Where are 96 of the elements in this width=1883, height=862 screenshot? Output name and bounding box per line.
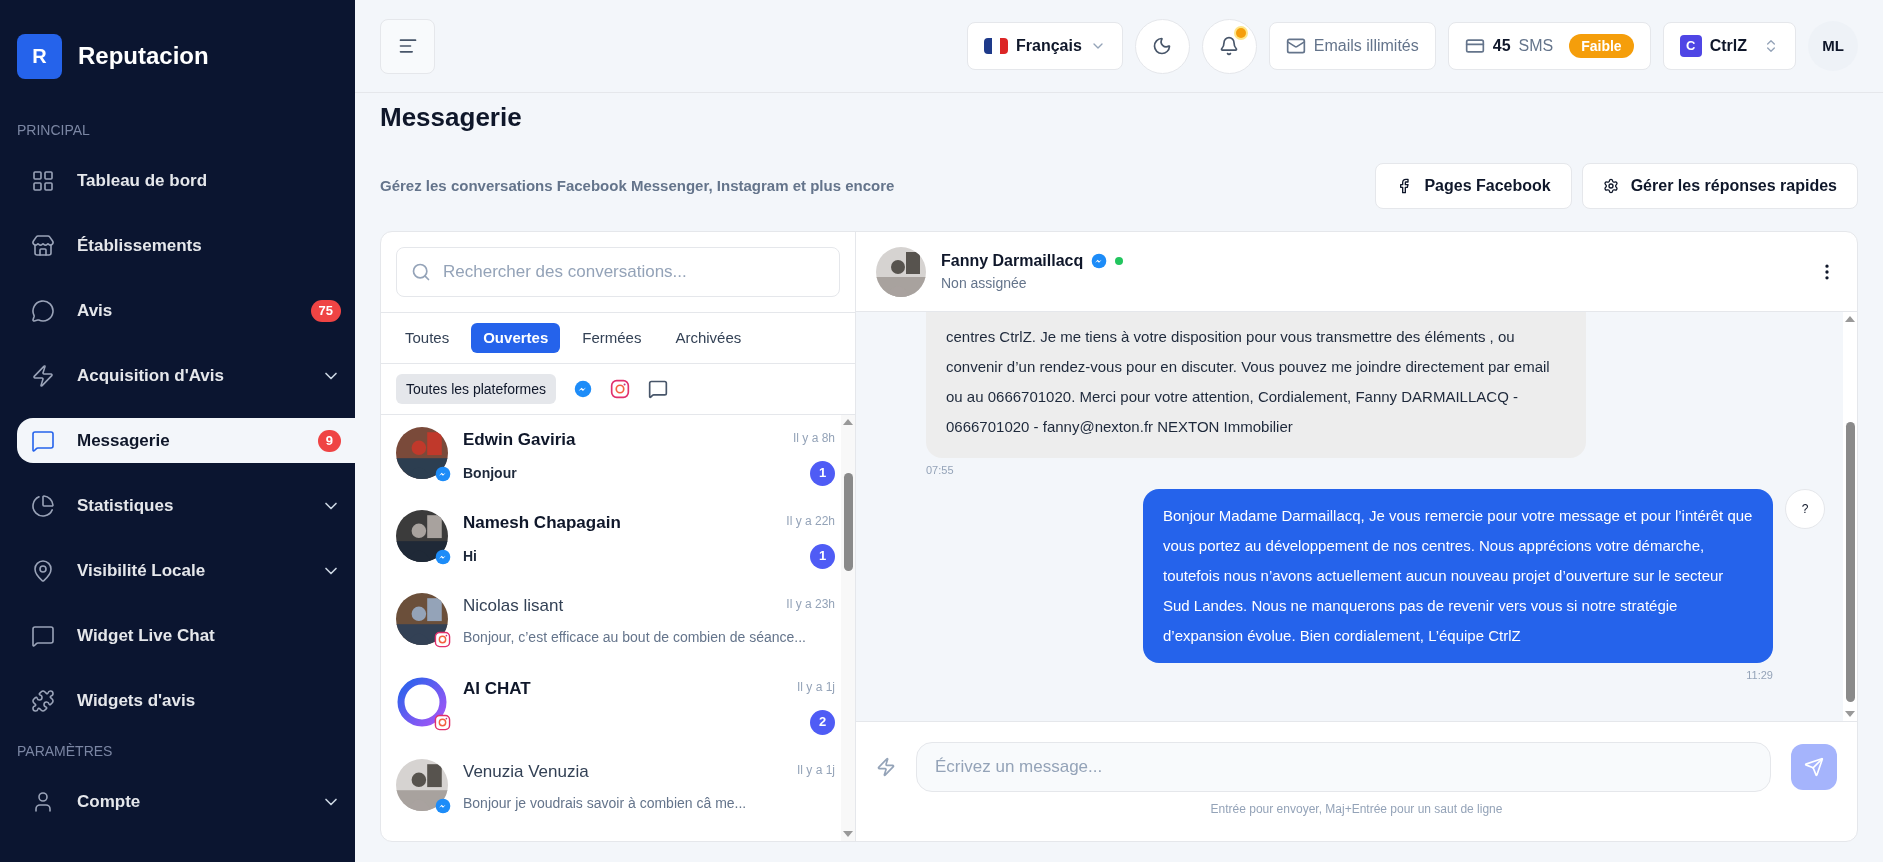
conversation-item[interactable]: AI CHAT Il y a 1j 2 xyxy=(381,664,841,747)
nav-item[interactable]: Widget Live Chat xyxy=(17,613,355,658)
message-time: 07:55 xyxy=(926,463,954,478)
nav-item[interactable]: Tableau de bord xyxy=(17,158,355,203)
incoming-message: centres CtrlZ. Je me tiens à votre disposition pour vous transmettre des éléments , ou convenir d’un rendez-vous pour en discuter. Vous pouvez me joindre directement par email ou au 0666701020. Merci pour votre attention, Cordialement, Fanny DARMAILLACQ - 0666701020 - fanny@nexton.fr NEXTON Immobilier xyxy=(926,312,1586,458)
nav-icon xyxy=(31,428,55,453)
filter-tab[interactable]: Archivées xyxy=(663,323,754,353)
conversation-time: Il y a 8h xyxy=(792,430,835,447)
search-field[interactable]: Rechercher des conversations... xyxy=(396,247,840,297)
conversation-time: Il y a 23h xyxy=(786,596,835,613)
conversation-time: Il y a 1j xyxy=(797,679,835,696)
count-badge: 9 xyxy=(317,429,341,452)
nav-icon xyxy=(31,623,55,648)
conversation-item[interactable]: Edwin Gaviria Il y a 8h Bonjour 1 xyxy=(381,415,841,498)
nav-icon xyxy=(31,168,55,193)
emails-label: Emails illimités xyxy=(1313,36,1419,56)
nav-item[interactable]: Compte xyxy=(17,779,355,824)
nav-icon xyxy=(31,298,55,323)
settings-icon xyxy=(1602,178,1619,194)
contact-name: Edwin Gaviria xyxy=(463,429,576,451)
contact-name: Namesh Chapagain xyxy=(463,512,621,534)
sms-label: SMS xyxy=(1518,36,1554,56)
contact-name: Nicolas lisant xyxy=(463,595,564,617)
logo: R xyxy=(17,33,62,79)
nav-item[interactable]: Visibilité Locale xyxy=(17,548,355,593)
nav-item[interactable]: Widgets d'avis xyxy=(17,678,355,723)
lightning-icon[interactable] xyxy=(876,757,896,777)
send-icon xyxy=(1804,757,1824,777)
card-icon xyxy=(1464,36,1485,56)
count-badge: 75 xyxy=(310,299,341,322)
messenger-icon xyxy=(574,380,593,398)
conversation-item[interactable]: Venuzia Venuzia Il y a 1j Bonjour je voudrais savoir à combien câ me... xyxy=(381,747,841,830)
instagram-icon xyxy=(610,379,631,399)
outgoing-message: Bonjour Madame Darmaillacq, Je vous remercie pour votre message et pour l’intérêt que vous portez au développement de nos centres. Nous apprécions votre démarche, toutefois nous n’avons actuellement aucun nouveau projet d’ouverture sur le secteur Sud Landes. Nous ne manquerons pas de revenir vers vous si notre stratégie d’expansion évolue. Bien cordialement, L’équipe CtrlZ xyxy=(1143,488,1773,663)
conversation-time: Il y a 1j xyxy=(797,762,835,779)
contact-name: Fanny Darmaillacq xyxy=(941,251,1084,271)
flag-icon xyxy=(984,38,1008,54)
user-avatar[interactable]: ML xyxy=(1808,21,1858,71)
platform-filter[interactable]: Toutes les plateformes xyxy=(396,374,557,404)
nav-icon xyxy=(31,493,55,518)
message-preview: Bonjour, c’est efficace au bout de combien de séance... xyxy=(463,627,806,647)
message-preview: Bonjour xyxy=(463,463,517,483)
bell-icon xyxy=(1219,36,1240,56)
messenger-badge-icon xyxy=(435,549,451,565)
brand-name: Reputacion xyxy=(78,41,209,71)
account-logo: C xyxy=(1679,35,1702,57)
unread-count: 2 xyxy=(810,709,835,735)
status-indicator: ? xyxy=(1785,488,1825,529)
status-badge: Faible xyxy=(1569,34,1634,58)
filter-tab[interactable]: Ouvertes xyxy=(471,323,561,353)
ring-avatar-icon xyxy=(396,676,448,728)
message-time: 11:29 xyxy=(1746,667,1773,683)
messenger-icon xyxy=(1091,253,1108,269)
nav-icon xyxy=(31,363,55,388)
conversation-item[interactable]: Nicolas lisant Il y a 23h Bonjour, c’est efficace au bout de combien de séance... xyxy=(381,581,841,664)
page-title: Messagerie xyxy=(380,101,523,134)
message-preview: Bonjour je voudrais savoir à combien câ me... xyxy=(463,793,747,813)
messenger-badge-icon xyxy=(435,466,451,482)
contact-name: AI CHAT xyxy=(463,678,531,700)
nav-icon xyxy=(31,688,55,713)
nav-icon xyxy=(31,233,55,258)
menu-button[interactable] xyxy=(380,18,435,74)
filter-tab[interactable]: Fermées xyxy=(570,323,654,353)
conversation-item[interactable]: Namesh Chapagain Il y a 22h Hi 1 xyxy=(381,498,841,581)
quick-replies-button[interactable]: Gérer les réponses rapides xyxy=(1581,163,1858,209)
section-title: PRINCIPAL xyxy=(17,120,91,140)
unread-count: 1 xyxy=(810,543,835,569)
nav-icon xyxy=(31,558,55,583)
section-title: PARAMÈTRES xyxy=(17,741,114,761)
contact-name: Venuzia Venuzia xyxy=(463,761,589,783)
filter-tab[interactable]: Toutes xyxy=(393,323,462,353)
search-icon xyxy=(411,262,431,282)
page-subtitle: Gérez les conversations Facebook Messenger, Instagram et plus encore xyxy=(380,175,895,196)
conversation-time: Il y a 22h xyxy=(786,513,835,530)
account-select[interactable]: C CtrlZ xyxy=(1662,22,1796,70)
nav-item[interactable]: Acquisition d'Avis xyxy=(17,353,355,398)
assignment-status: Non assignée xyxy=(941,274,1028,293)
composer-hint: Entrée pour envoyer, Maj+Entrée pour un saut de ligne xyxy=(1209,801,1504,818)
instagram-badge-icon xyxy=(434,714,451,731)
message-preview: Hi xyxy=(463,546,477,566)
menu-icon xyxy=(397,36,418,56)
mail-icon xyxy=(1285,36,1306,56)
language-select[interactable]: Français xyxy=(967,22,1123,70)
nav-item[interactable]: Messagerie 9 xyxy=(17,418,355,463)
unread-count: 1 xyxy=(810,460,835,486)
chat-icon xyxy=(648,379,669,399)
moon-icon xyxy=(1152,36,1173,56)
sms-count: 45 xyxy=(1492,36,1511,56)
instagram-badge-icon xyxy=(434,631,451,648)
message-field[interactable]: Écrivez un message... xyxy=(916,742,1771,792)
nav-item[interactable]: Établissements xyxy=(17,223,355,268)
nav-item[interactable]: Avis 75 xyxy=(17,288,355,333)
facebook-pages-button[interactable]: Pages Facebook xyxy=(1375,163,1572,209)
send-button[interactable] xyxy=(1791,744,1837,790)
messenger-badge-icon xyxy=(435,798,451,814)
nav-item[interactable]: Statistiques xyxy=(17,483,355,528)
